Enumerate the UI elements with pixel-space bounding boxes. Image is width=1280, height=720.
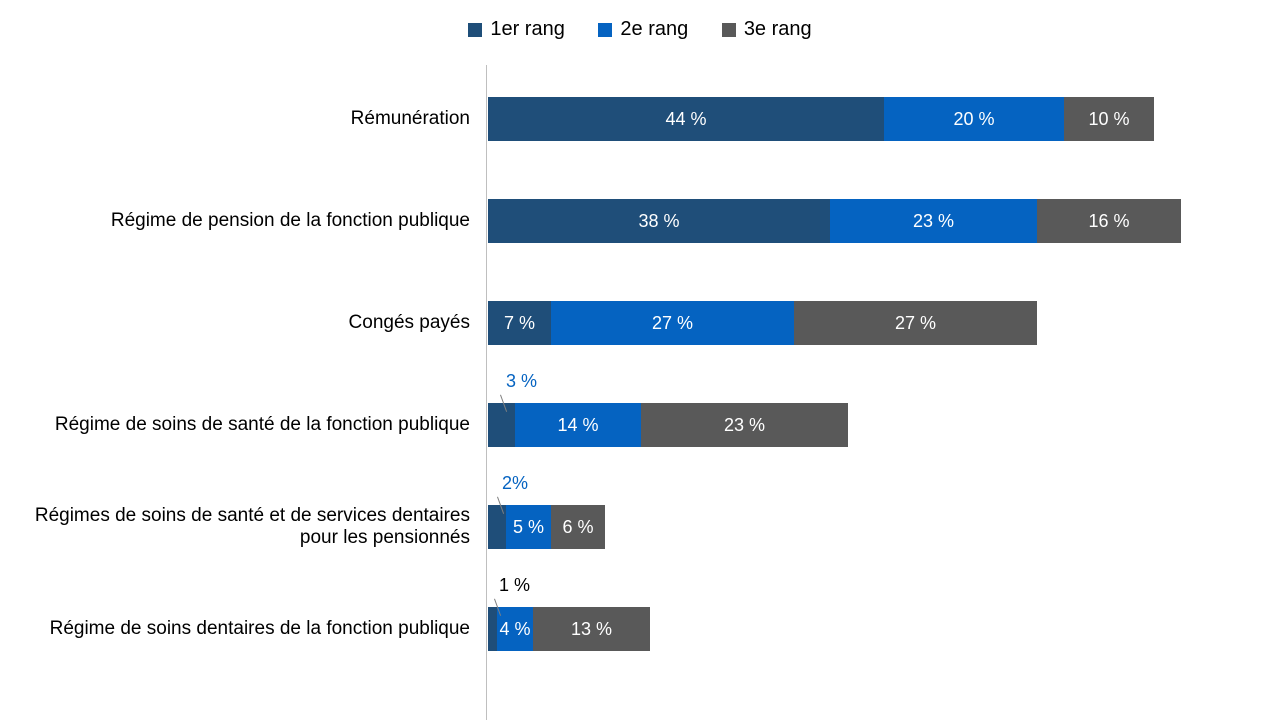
data-label: 16 % [1084, 211, 1133, 232]
bar-segment-rank1 [488, 403, 515, 447]
bar-group: 44 % 20 % 10 % [488, 97, 1154, 141]
data-label-callout: 2% [502, 473, 528, 494]
bar-segment-rank2: 5 % [506, 505, 551, 549]
bar-group: 38 % 23 % 16 % [488, 199, 1181, 243]
legend-label: 2e rang [620, 18, 688, 41]
data-label: 38 % [634, 211, 683, 232]
legend-item-rank1: 1er rang [468, 18, 565, 41]
bar-segment-rank2: 14 % [515, 403, 641, 447]
legend-label: 1er rang [490, 18, 565, 41]
bar-segment-rank2: 20 % [884, 97, 1064, 141]
data-label: 23 % [720, 415, 769, 436]
data-label: 20 % [949, 109, 998, 130]
data-label: 5 % [509, 517, 548, 538]
bar-segment-rank2: 4 % [497, 607, 533, 651]
bar-segment-rank3: 13 % [533, 607, 650, 651]
category-label: Régime de soins de santé de la fonction … [0, 401, 470, 449]
bar-segment-rank2: 27 % [551, 301, 794, 345]
bar-row: Régimes de soins de santé et de services… [0, 505, 1280, 549]
chart-plot-area: Rémunération 44 % 20 % 10 % Régime de pe… [0, 65, 1280, 720]
bar-segment-rank1: 44 % [488, 97, 884, 141]
data-label: 44 % [661, 109, 710, 130]
legend-item-rank2: 2e rang [598, 18, 688, 41]
legend-swatch-rank3 [722, 23, 736, 37]
bar-group: 5 % 6 % [488, 505, 605, 549]
bar-segment-rank3: 23 % [641, 403, 848, 447]
legend-swatch-rank1 [468, 23, 482, 37]
legend-item-rank3: 3e rang [722, 18, 812, 41]
bar-segment-rank1: 7 % [488, 301, 551, 345]
bar-row: Rémunération 44 % 20 % 10 % [0, 97, 1280, 141]
bar-segment-rank3: 6 % [551, 505, 605, 549]
data-label: 27 % [648, 313, 697, 334]
data-label: 7 % [500, 313, 539, 334]
category-label: Congés payés [0, 301, 470, 345]
bar-segment-rank3: 16 % [1037, 199, 1181, 243]
category-label: Rémunération [0, 97, 470, 141]
bar-group: 14 % 23 % [488, 403, 848, 447]
legend-label: 3e rang [744, 18, 812, 41]
data-label-callout: 3 % [506, 371, 537, 392]
bar-segment-rank1: 38 % [488, 199, 830, 243]
bar-segment-rank3: 27 % [794, 301, 1037, 345]
category-label: Régimes de soins de santé et de services… [0, 503, 470, 551]
data-label: 13 % [567, 619, 616, 640]
bar-row: Régime de soins de santé de la fonction … [0, 403, 1280, 447]
bar-row: Congés payés 7 % 27 % 27 % [0, 301, 1280, 345]
bar-segment-rank3: 10 % [1064, 97, 1154, 141]
data-label: 23 % [909, 211, 958, 232]
data-label: 14 % [553, 415, 602, 436]
data-label: 10 % [1084, 109, 1133, 130]
bar-group: 7 % 27 % 27 % [488, 301, 1037, 345]
category-label: Régime de pension de la fonction publiqu… [0, 199, 470, 243]
data-label: 6 % [558, 517, 597, 538]
bar-row: Régime de pension de la fonction publiqu… [0, 199, 1280, 243]
legend-swatch-rank2 [598, 23, 612, 37]
bar-row: Régime de soins dentaires de la fonction… [0, 607, 1280, 651]
category-label: Régime de soins dentaires de la fonction… [0, 605, 470, 653]
data-label: 4 % [495, 619, 534, 640]
data-label-callout: 1 % [499, 575, 530, 596]
bar-group: 4 % 13 % [488, 607, 650, 651]
bar-segment-rank2: 23 % [830, 199, 1037, 243]
chart-legend: 1er rang 2e rang 3e rang [0, 18, 1280, 43]
data-label: 27 % [891, 313, 940, 334]
